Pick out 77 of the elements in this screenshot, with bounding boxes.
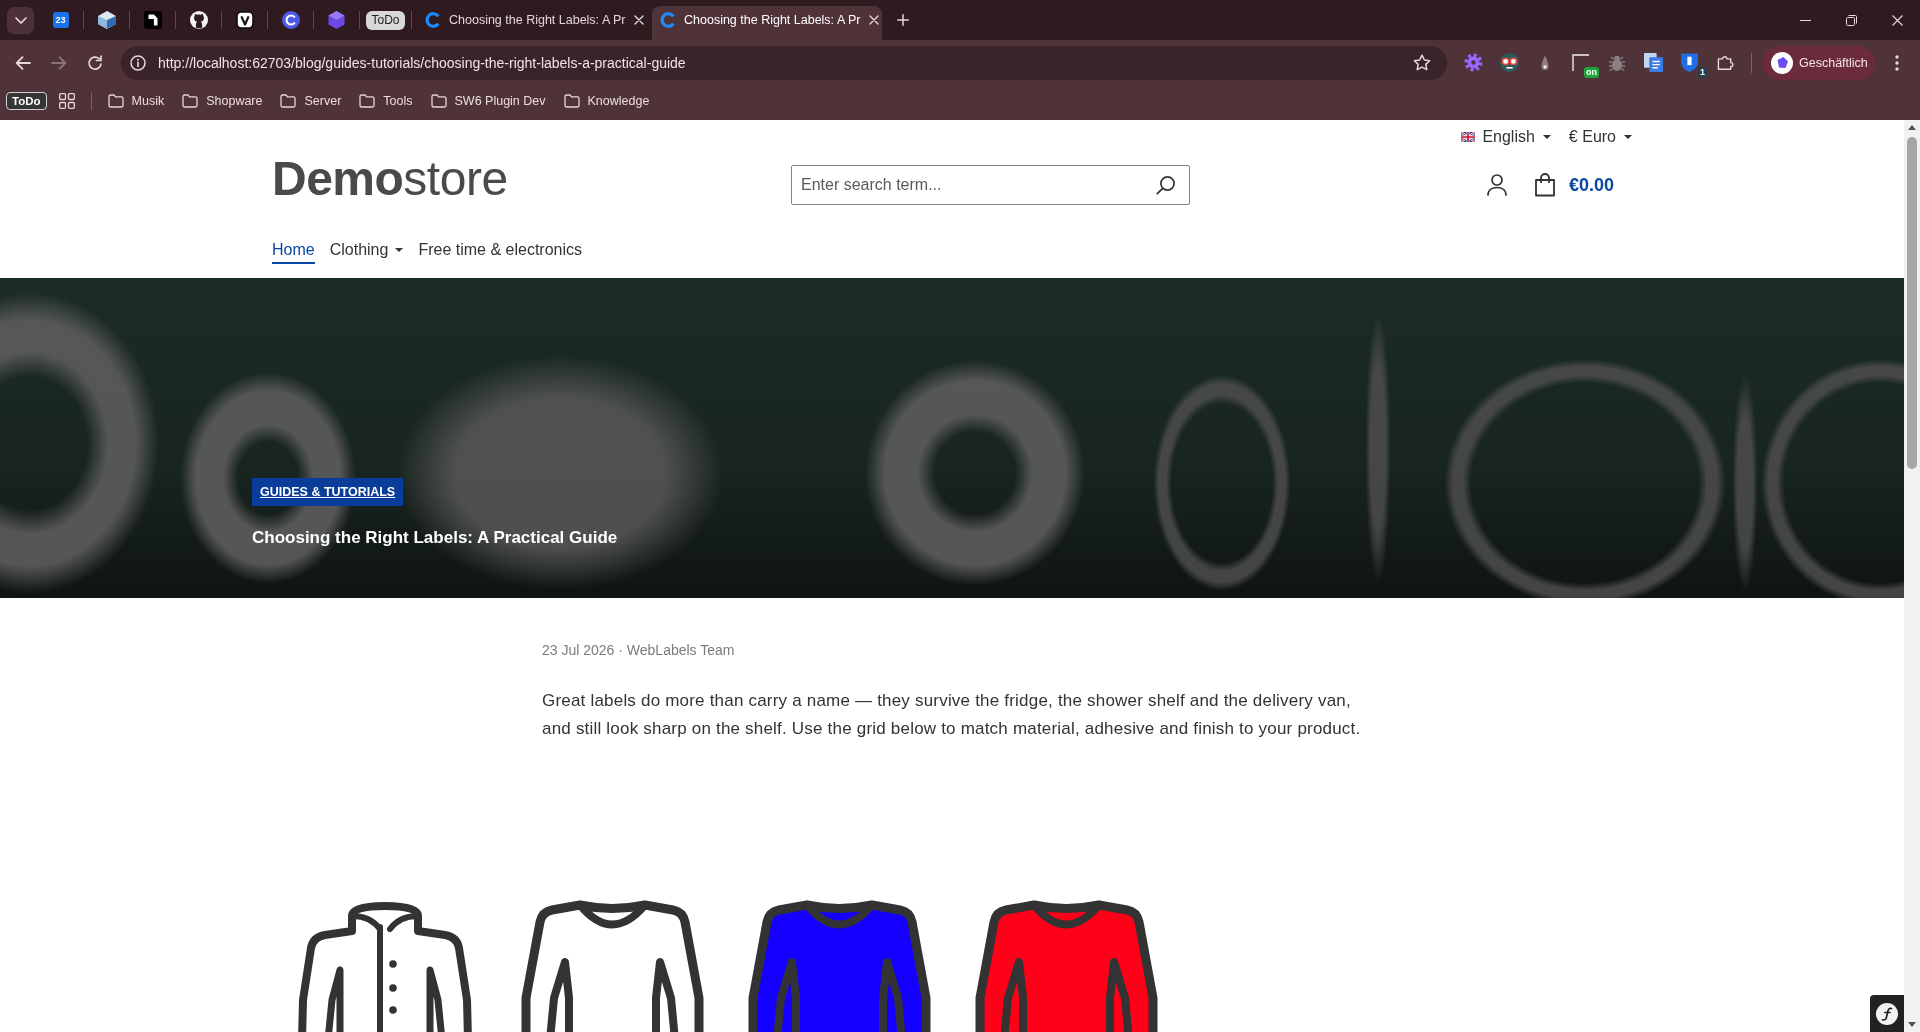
scroll-up-icon[interactable] (1908, 125, 1916, 130)
bookmark-folder[interactable]: Shopware (176, 90, 269, 112)
shield-icon[interactable] (1680, 53, 1698, 72)
documents-icon[interactable] (1643, 53, 1663, 72)
logo-icon (1876, 1002, 1898, 1025)
cart-total[interactable]: €0.00 (1568, 174, 1614, 196)
store-logo[interactable]: Demostore (272, 155, 508, 203)
search-icon[interactable] (1156, 175, 1176, 195)
folder-icon (280, 94, 297, 108)
caret-icon (1542, 135, 1551, 139)
hexagon-icon[interactable] (328, 11, 345, 29)
debug-toolbar-button[interactable] (1870, 995, 1904, 1032)
cat-logo-icon[interactable] (189, 11, 208, 29)
bookmark-folder[interactable]: Musik (101, 90, 171, 112)
v-logo-icon[interactable] (235, 11, 254, 29)
info-icon[interactable] (130, 54, 146, 71)
glasses-face-icon[interactable] (1499, 53, 1519, 72)
arc-icon (425, 12, 441, 28)
bookmark[interactable]: ToDo (6, 92, 47, 110)
nav-link[interactable]: Clothing (329, 236, 404, 264)
bookmark-folder[interactable]: Tools (353, 90, 419, 112)
calendar-tab[interactable]: 23 (52, 12, 69, 28)
article-meta: 23 Jul 2026 · WebLabels Team (542, 641, 735, 660)
chevron-down-icon (14, 16, 27, 24)
reload-icon[interactable] (87, 54, 103, 71)
flag-icon (1461, 132, 1476, 142)
hero-title: Choosing the Right Labels: A Practical Guide (252, 528, 618, 548)
address-field[interactable]: http://localhost:62703/blog/guides-tutorials/choosing-the-right-labels-a-practical-guide (121, 45, 1447, 80)
article-intro: Great labels do more than carry a name — they survive the fridge, the shower shelf and the delivery van, and still look sharp on the shelf. Use the grid below to match material, adhesive and finish to your product. (542, 690, 1362, 740)
minimize-icon[interactable] (1799, 19, 1811, 21)
forward-icon[interactable] (51, 55, 67, 70)
profile-button[interactable]: Geschäftlich (1762, 45, 1875, 80)
bookmark-folder[interactable]: SW6 Plugin Dev (424, 90, 552, 112)
corner-icon[interactable] (1572, 53, 1590, 72)
folder-icon (182, 94, 199, 108)
scrollbar[interactable] (1904, 120, 1920, 1032)
scroll-down-icon[interactable] (1908, 1022, 1916, 1027)
bookmark-folder[interactable]: Knowledge (557, 90, 656, 112)
extension-badge: on (1584, 66, 1599, 78)
folder-icon (107, 94, 124, 108)
menu-icon[interactable] (1895, 54, 1899, 71)
puzzle-icon[interactable] (1716, 55, 1734, 70)
account-icon[interactable] (1486, 174, 1507, 196)
gear-icon[interactable] (1463, 53, 1483, 72)
close-icon[interactable] (1891, 14, 1903, 26)
folder-icon (430, 94, 447, 108)
bug-icon[interactable] (1608, 53, 1626, 72)
square-logo-icon[interactable] (143, 11, 162, 29)
browser-tab[interactable]: Choosing the Right Labels: A Pr (417, 6, 647, 40)
bag-icon[interactable] (1533, 173, 1556, 197)
close-icon[interactable] (633, 15, 644, 25)
close-icon[interactable] (868, 15, 879, 25)
category-badge[interactable]: GUIDES & TUTORIALS (252, 478, 404, 506)
arc-icon (660, 12, 676, 28)
flame-icon[interactable] (1541, 54, 1549, 71)
avatar-icon (1771, 51, 1793, 74)
search-field[interactable]: Enter search term... (791, 165, 1190, 205)
nav-link[interactable]: Home (272, 236, 315, 264)
folder-icon (359, 94, 376, 108)
apps-icon[interactable] (58, 93, 75, 109)
caret-icon (1624, 135, 1632, 139)
plus-icon[interactable] (897, 14, 909, 26)
ring-logo-icon[interactable] (281, 11, 300, 29)
folder-icon (563, 94, 580, 108)
pinned-tab[interactable]: ToDo (366, 10, 405, 30)
bookmark-folder[interactable]: Server (274, 90, 348, 112)
star-icon[interactable] (1413, 54, 1431, 71)
restore-icon[interactable] (1845, 14, 1857, 26)
back-icon[interactable] (15, 55, 31, 70)
currency-dropdown[interactable]: € Euro (1568, 128, 1632, 146)
extension-badge: 1 (1698, 66, 1707, 78)
browser-tab[interactable]: Choosing the Right Labels: A Pr (652, 6, 882, 40)
scrollbar-thumb[interactable] (1907, 137, 1917, 469)
nav-link[interactable]: Free time & electronics (418, 236, 582, 264)
language-dropdown[interactable]: English (1461, 128, 1551, 146)
tab-search-button[interactable] (7, 6, 34, 34)
cube-icon[interactable] (97, 11, 116, 29)
